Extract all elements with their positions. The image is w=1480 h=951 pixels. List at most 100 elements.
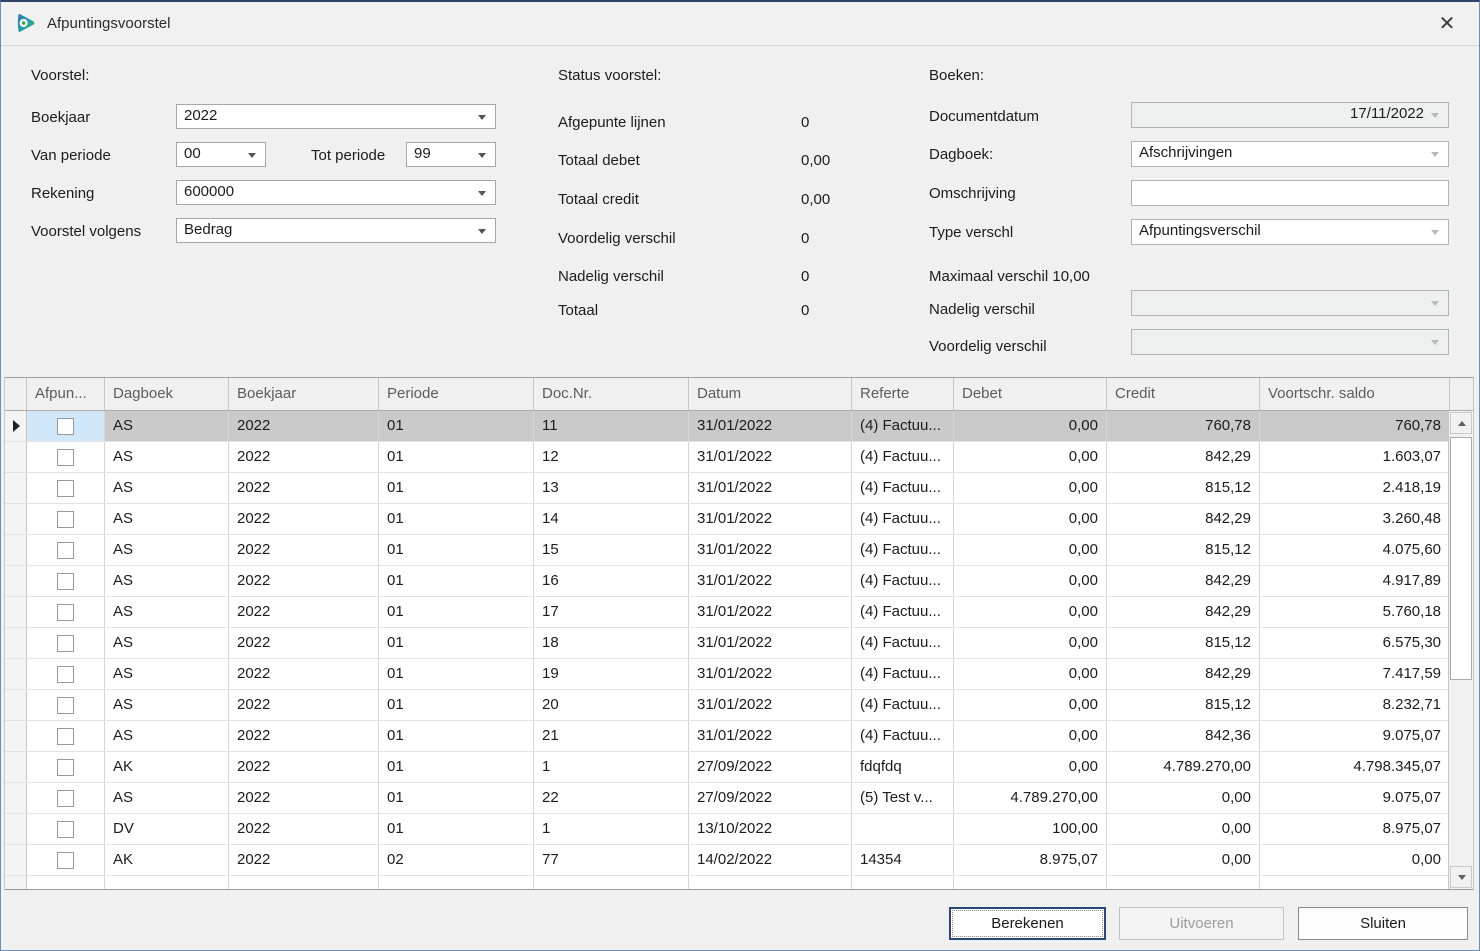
row-checkbox[interactable] — [57, 635, 74, 652]
table-row[interactable]: AS2022012227/09/2022(5) Test v...4.789.2… — [5, 783, 1473, 814]
column-header-boekjaar[interactable]: Boekjaar — [229, 378, 379, 410]
table-row[interactable]: AS2022011931/01/2022(4) Factuu...0,00842… — [5, 659, 1473, 690]
cell-afpunten — [27, 845, 105, 875]
van-periode-select[interactable]: 00 — [176, 142, 266, 167]
cell-dagboek: AK — [105, 752, 229, 782]
table-row[interactable]: AS2022011331/01/2022(4) Factuu...0,00815… — [5, 473, 1473, 504]
column-header-dagboek[interactable]: Dagboek — [105, 378, 229, 410]
row-selector-gutter[interactable] — [5, 814, 27, 844]
row-selector-gutter[interactable] — [5, 597, 27, 627]
cell-datum: 31/01/2022 — [689, 504, 852, 534]
column-header-afpunten[interactable]: Afpun... — [27, 378, 105, 410]
boekjaar-label: Boekjaar — [31, 109, 90, 126]
cell-dagboek: AS — [105, 690, 229, 720]
scroll-down-button[interactable] — [1450, 866, 1472, 888]
row-checkbox[interactable] — [57, 480, 74, 497]
cell-periode — [379, 876, 534, 890]
title-bar: Afpuntingsvoorstel ✕ — [1, 2, 1479, 46]
table-row[interactable]: AS2022011631/01/2022(4) Factuu...0,00842… — [5, 566, 1473, 597]
row-checkbox[interactable] — [57, 542, 74, 559]
cell-dagboek: DV — [105, 814, 229, 844]
row-checkbox[interactable] — [57, 852, 74, 869]
row-selector-gutter[interactable] — [5, 876, 27, 890]
boekjaar-select[interactable]: 2022 — [176, 104, 496, 129]
scroll-up-button[interactable] — [1450, 412, 1472, 434]
cell-credit: 815,12 — [1107, 628, 1260, 658]
row-selector-gutter[interactable] — [5, 783, 27, 813]
row-selector-gutter[interactable] — [5, 411, 27, 441]
cell-afpunten — [27, 783, 105, 813]
vertical-scrollbar[interactable] — [1448, 411, 1473, 889]
cell-debet: 4.789.270,00 — [954, 783, 1107, 813]
row-checkbox[interactable] — [57, 511, 74, 528]
chevron-down-icon — [248, 153, 256, 158]
cell-credit: 842,29 — [1107, 504, 1260, 534]
row-checkbox[interactable] — [57, 759, 74, 776]
voorstel-volgens-select[interactable]: Bedrag — [176, 218, 496, 243]
cell-saldo: 9.075,07 — [1260, 721, 1450, 751]
column-header-doc-nr-[interactable]: Doc.Nr. — [534, 378, 689, 410]
tot-periode-select[interactable]: 99 — [406, 142, 496, 167]
column-header-debet[interactable]: Debet — [954, 378, 1107, 410]
column-header-voortschr-saldo[interactable]: Voortschr. saldo — [1260, 378, 1450, 410]
sluiten-button[interactable]: Sluiten — [1298, 907, 1468, 940]
table-row[interactable]: AK202201127/09/2022fdqfdq0,004.789.270,0… — [5, 752, 1473, 783]
row-selector-gutter[interactable] — [5, 721, 27, 751]
row-selector-gutter[interactable] — [5, 473, 27, 503]
results-grid: Afpun...DagboekBoekjaarPeriodeDoc.Nr.Dat… — [4, 377, 1474, 890]
column-header-referte[interactable]: Referte — [852, 378, 954, 410]
cell-credit: 815,12 — [1107, 535, 1260, 565]
row-selector-gutter[interactable] — [5, 442, 27, 472]
window-title: Afpuntingsvoorstel — [47, 15, 170, 32]
cell-docnr: 13 — [534, 473, 689, 503]
chevron-down-icon — [1431, 301, 1439, 306]
row-checkbox[interactable] — [57, 418, 74, 435]
berekenen-button[interactable]: Berekenen — [949, 907, 1106, 940]
row-selector-gutter[interactable] — [5, 504, 27, 534]
triangle-up-icon — [1458, 421, 1466, 426]
row-checkbox[interactable] — [57, 790, 74, 807]
row-checkbox[interactable] — [57, 449, 74, 466]
cell-dagboek: AS — [105, 783, 229, 813]
table-row[interactable]: AS2022011231/01/2022(4) Factuu...0,00842… — [5, 442, 1473, 473]
scrollbar-thumb[interactable] — [1450, 437, 1472, 680]
close-icon[interactable]: ✕ — [1433, 10, 1461, 38]
column-header-credit[interactable]: Credit — [1107, 378, 1260, 410]
row-selector-gutter[interactable] — [5, 659, 27, 689]
row-checkbox[interactable] — [57, 728, 74, 745]
column-header-periode[interactable]: Periode — [379, 378, 534, 410]
table-row[interactable]: AS2022011531/01/2022(4) Factuu...0,00815… — [5, 535, 1473, 566]
cell-debet: 0,00 — [954, 566, 1107, 596]
row-checkbox[interactable] — [57, 666, 74, 683]
omschrijving-input[interactable] — [1131, 180, 1449, 206]
cell-dagboek: AS — [105, 597, 229, 627]
cell-docnr — [534, 876, 689, 890]
table-row[interactable]: AS2022012031/01/2022(4) Factuu...0,00815… — [5, 690, 1473, 721]
type-verschil-select[interactable]: Afpuntingsverschil — [1131, 219, 1449, 245]
row-checkbox[interactable] — [57, 573, 74, 590]
table-row[interactable]: AS2022011431/01/2022(4) Factuu...0,00842… — [5, 504, 1473, 535]
dagboek-select[interactable]: Afschrijvingen — [1131, 141, 1449, 167]
table-row[interactable]: AS2022011731/01/2022(4) Factuu...0,00842… — [5, 597, 1473, 628]
table-row[interactable]: AS2022011131/01/2022(4) Factuu...0,00760… — [5, 411, 1473, 442]
table-row[interactable]: AS2022012131/01/2022(4) Factuu...0,00842… — [5, 721, 1473, 752]
cell-datum: 31/01/2022 — [689, 721, 852, 751]
cell-datum: 31/01/2022 — [689, 628, 852, 658]
rekening-select[interactable]: 600000 — [176, 180, 496, 205]
row-selector-gutter[interactable] — [5, 628, 27, 658]
row-selector-gutter[interactable] — [5, 566, 27, 596]
row-selector-gutter[interactable] — [5, 845, 27, 875]
column-header-datum[interactable]: Datum — [689, 378, 852, 410]
cell-datum: 31/01/2022 — [689, 473, 852, 503]
row-selector-gutter[interactable] — [5, 752, 27, 782]
chevron-down-icon — [478, 191, 486, 196]
row-checkbox[interactable] — [57, 697, 74, 714]
row-selector-gutter[interactable] — [5, 535, 27, 565]
table-row[interactable]: DV202201113/10/2022100,000,008.975,07 — [5, 814, 1473, 845]
cell-periode: 01 — [379, 659, 534, 689]
row-selector-gutter[interactable] — [5, 690, 27, 720]
table-row[interactable]: AS2022011831/01/2022(4) Factuu...0,00815… — [5, 628, 1473, 659]
row-checkbox[interactable] — [57, 604, 74, 621]
table-row[interactable]: AK2022027714/02/2022143548.975,070,000,0… — [5, 845, 1473, 876]
row-checkbox[interactable] — [57, 821, 74, 838]
